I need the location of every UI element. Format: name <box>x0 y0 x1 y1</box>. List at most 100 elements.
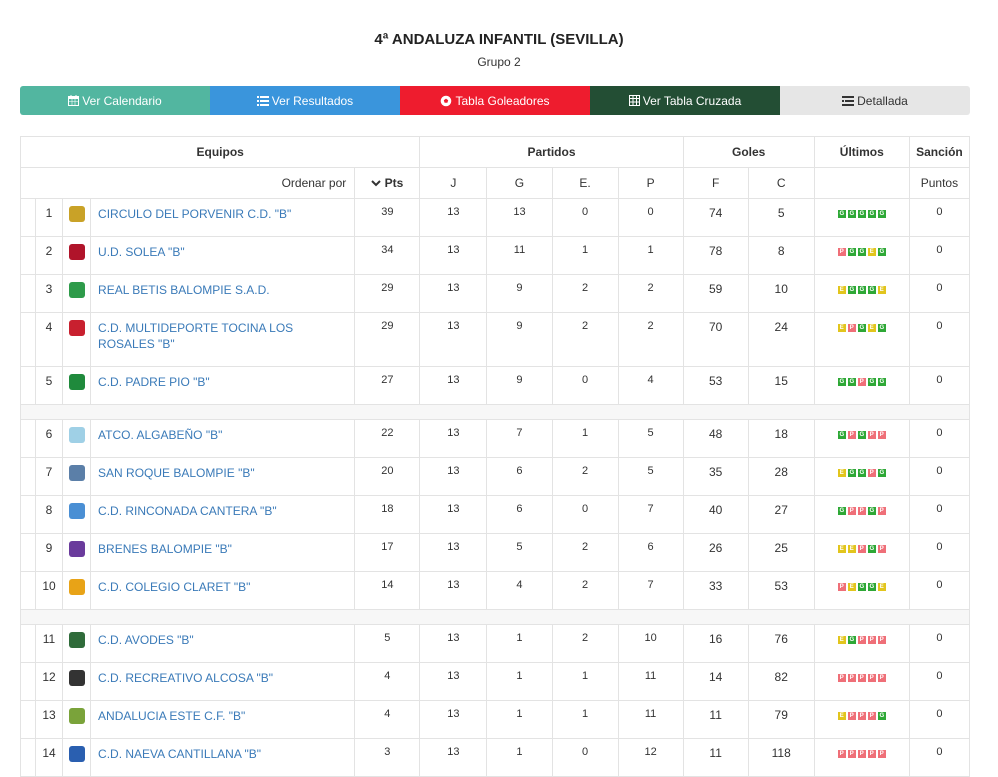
result-badge: P <box>867 673 876 682</box>
result-badge: P <box>857 711 866 720</box>
result-badge: P <box>857 506 866 515</box>
result-badge: E <box>837 635 846 644</box>
result-badge: E <box>877 285 886 294</box>
result-badge: G <box>867 506 876 515</box>
tab-label: Detallada <box>857 93 908 108</box>
header-puntos: Puntos <box>908 167 971 199</box>
view-tabs: Ver Calendario Ver Resultados Tabla Gole… <box>20 86 970 115</box>
result-badge: G <box>867 544 876 553</box>
table-row: 2 U.D. SOLEA "B" 34 13 11 1 1 78 8 P G G E G 0 <box>20 236 971 275</box>
sort-pts-button[interactable]: Pts <box>354 167 421 199</box>
team-crest-icon <box>68 320 85 336</box>
team-name-link[interactable]: ANDALUCIA ESTE C.F. "B" <box>98 709 245 723</box>
team-c: 8 <box>747 236 815 275</box>
table-row: 4 C.D. MULTIDEPORTE TOCINA LOS ROSALES "B… <box>20 312 971 367</box>
last-results: PEGGE <box>813 571 910 610</box>
team-name-cell: ATCO. ALGABEÑO "B" <box>90 419 356 458</box>
team-name-link[interactable]: SAN ROQUE BALOMPIE "B" <box>98 466 255 480</box>
result-badge: P <box>877 506 886 515</box>
team-j: 13 <box>419 700 488 739</box>
result-badge: P <box>877 430 886 439</box>
team-name-link[interactable]: ATCO. ALGABEÑO "B" <box>98 428 222 442</box>
row-spacer <box>20 274 36 313</box>
tab-detallada[interactable]: Detallada <box>780 86 970 115</box>
team-pts: 4 <box>354 662 421 701</box>
result-badge: G <box>837 430 846 439</box>
tab-tabla-goleadores[interactable]: Tabla Goleadores <box>400 86 590 115</box>
team-crest-cell <box>62 700 92 739</box>
team-e: 0 <box>551 738 619 777</box>
team-name-link[interactable]: C.D. COLEGIO CLARET "B" <box>98 580 250 594</box>
last-results: EPPPG <box>813 700 910 739</box>
team-p: 2 <box>617 312 684 367</box>
table-row: 14 C.D. NAEVA CANTILLANA "B" 3 13 1 0 12 11 118 P… <box>20 738 971 777</box>
team-sancion: 0 <box>908 419 971 458</box>
tab-ver-resultados[interactable]: Ver Resultados <box>210 86 400 115</box>
header-equipos: Equipos <box>19 136 421 168</box>
team-name-link[interactable]: BRENES BALOMPIE "B" <box>98 542 232 556</box>
result-badge: G <box>877 468 886 477</box>
team-name-link[interactable]: CIRCULO DEL PORVENIR C.D. "B" <box>98 207 291 221</box>
team-crest-icon <box>68 746 85 762</box>
team-name-link[interactable]: C.D. MULTIDEPORTE TOCINA LOS ROSALES "B" <box>98 321 293 351</box>
team-j: 13 <box>419 738 488 777</box>
team-g: 5 <box>486 533 553 572</box>
result-badge: G <box>847 377 856 386</box>
team-name-link[interactable]: C.D. AVODES "B" <box>98 633 194 647</box>
pts-label: Pts <box>384 176 404 190</box>
team-f: 40 <box>682 495 749 534</box>
team-sancion: 0 <box>908 533 971 572</box>
team-crest-icon <box>68 541 85 557</box>
team-g: 11 <box>486 236 553 275</box>
result-badge: G <box>847 468 856 477</box>
table-row: 6 ATCO. ALGABEÑO "B" 22 13 7 1 5 48 18 G P G P P 0 <box>20 419 971 458</box>
header-p: P <box>617 167 684 199</box>
result-badge: E <box>837 711 846 720</box>
team-position: 8 <box>34 495 64 534</box>
team-name-link[interactable]: C.D. RECREATIVO ALCOSA "B" <box>98 671 273 685</box>
team-position: 13 <box>34 700 64 739</box>
result-badge: P <box>857 749 866 758</box>
last-results: PGGEG <box>813 236 910 275</box>
result-badge: E <box>837 468 846 477</box>
team-p: 1 <box>617 236 684 275</box>
team-f: 11 <box>682 700 749 739</box>
result-badge: P <box>867 430 876 439</box>
sort-by-label: Ordenar por <box>19 167 356 199</box>
team-name-link[interactable]: U.D. SOLEA "B" <box>98 245 185 259</box>
team-position: 12 <box>34 662 64 701</box>
team-crest-cell <box>62 662 92 701</box>
team-name-link[interactable]: REAL BETIS BALOMPIE S.A.D. <box>98 283 270 297</box>
header-ultimos: Últimos <box>813 136 910 168</box>
team-e: 2 <box>551 312 619 367</box>
team-crest-icon <box>68 282 85 298</box>
team-name-link[interactable]: C.D. PADRE PIO "B" <box>98 375 210 389</box>
table-row: 12 C.D. RECREATIVO ALCOSA "B" 4 13 1 1 11 14 82 P… <box>20 662 971 701</box>
header-sancion: Sanción <box>908 136 971 168</box>
tab-ver-tabla-cruzada[interactable]: Ver Tabla Cruzada <box>590 86 780 115</box>
team-c: 27 <box>747 495 815 534</box>
team-name-link[interactable]: C.D. NAEVA CANTILLANA "B" <box>98 747 261 761</box>
result-badge: G <box>877 247 886 256</box>
result-badge: E <box>847 544 856 553</box>
team-position: 7 <box>34 457 64 496</box>
team-sancion: 0 <box>908 236 971 275</box>
team-crest-cell <box>62 274 92 313</box>
team-pts: 14 <box>354 571 421 610</box>
team-e: 0 <box>551 366 619 405</box>
header-e: E. <box>551 167 619 199</box>
last-results: GGGGG <box>813 198 910 237</box>
team-crest-cell <box>62 236 92 275</box>
team-p: 7 <box>617 571 684 610</box>
team-j: 13 <box>419 274 488 313</box>
separator-cell <box>20 404 970 420</box>
team-p: 6 <box>617 533 684 572</box>
table-row: 10 C.D. COLEGIO CLARET "B" 14 13 4 2 7 33 53 P E G G… <box>20 571 971 610</box>
team-name-link[interactable]: C.D. RINCONADA CANTERA "B" <box>98 504 277 518</box>
team-name-cell: C.D. NAEVA CANTILLANA "B" <box>90 738 356 777</box>
team-name-cell: BRENES BALOMPIE "B" <box>90 533 356 572</box>
result-badge: P <box>847 323 856 332</box>
tab-ver-calendario[interactable]: Ver Calendario <box>20 86 210 115</box>
team-c: 82 <box>747 662 815 701</box>
team-crest-icon <box>68 374 85 390</box>
